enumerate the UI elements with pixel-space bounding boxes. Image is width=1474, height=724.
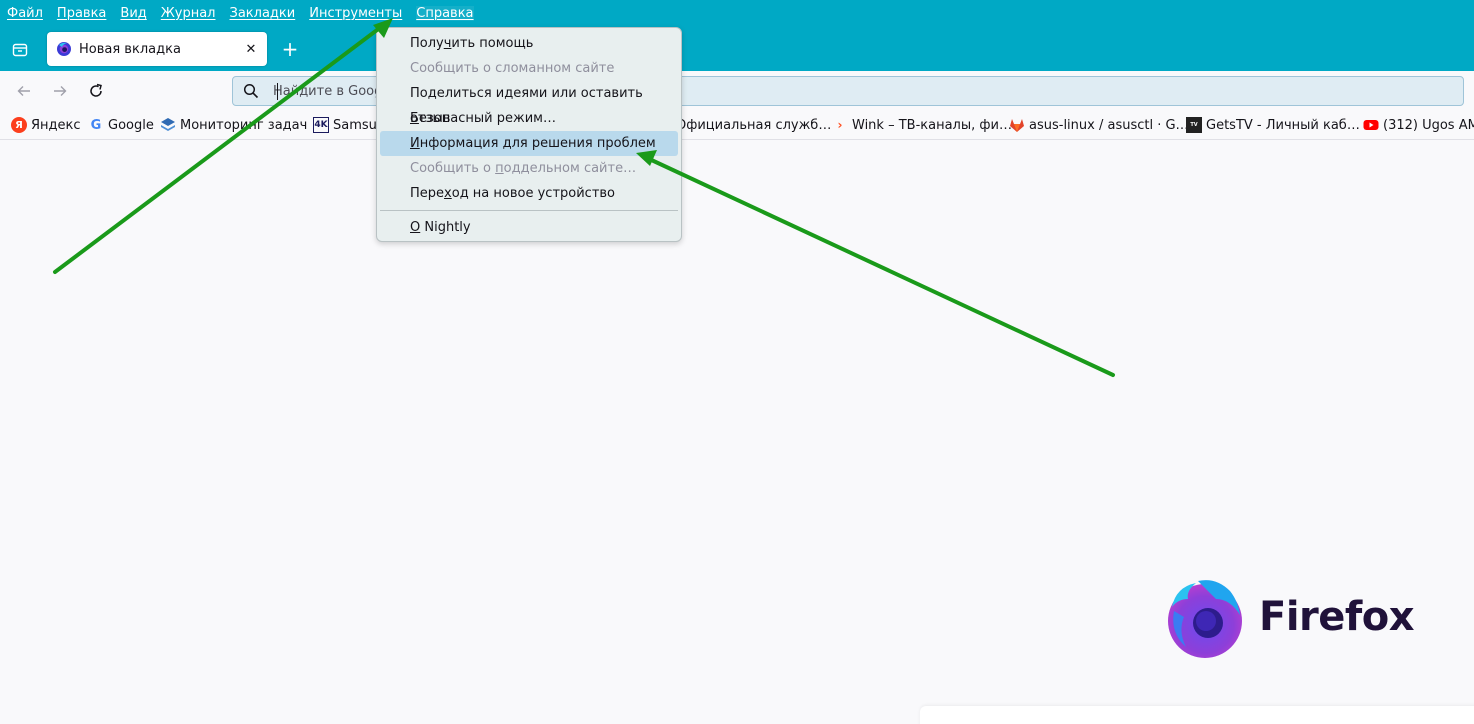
menu-item-new-device[interactable]: Переход на новое устройство: [380, 181, 678, 206]
bookmark-item[interactable]: G Google: [88, 116, 154, 134]
bookmark-label: Wink – ТВ-каналы, фи…: [852, 117, 1012, 133]
firefox-logo-icon: [1168, 580, 1242, 658]
titlebar: Файл Правка Вид Журнал Закладки Инструме…: [0, 0, 1474, 71]
menu-bar: Файл Правка Вид Журнал Закладки Инструме…: [0, 0, 488, 26]
yandex-icon: Я: [11, 117, 27, 133]
bookmark-item[interactable]: Мониторинг задач: [160, 116, 307, 134]
tab-new-tab[interactable]: Новая вкладка ✕: [47, 32, 267, 66]
close-icon[interactable]: ✕: [241, 39, 261, 59]
bookmark-label: Мониторинг задач: [180, 117, 308, 133]
bookmark-item[interactable]: (312) Ugos AM6: [1363, 116, 1474, 134]
menu-item-safe-mode[interactable]: Безопасный режим…: [380, 106, 678, 131]
help-menu-popup: Получить помощь Сообщить о сломанном сай…: [376, 27, 682, 242]
menu-history[interactable]: Журнал: [161, 6, 216, 21]
forward-button[interactable]: [48, 79, 72, 103]
menu-item-troubleshooting-info[interactable]: Информация для решения проблем: [380, 131, 678, 156]
back-button[interactable]: [12, 79, 36, 103]
arrow-right-icon: [54, 86, 67, 96]
google-icon: G: [90, 117, 102, 133]
wink-icon: ›: [837, 118, 843, 132]
menu-bookmarks[interactable]: Закладки: [230, 6, 296, 21]
menu-file[interactable]: Файл: [7, 6, 43, 21]
menu-item-share-feedback[interactable]: Поделиться идеями или оставить отзыв: [380, 81, 678, 126]
4k-icon: 4K: [313, 117, 329, 133]
reload-button[interactable]: [84, 79, 108, 103]
text-caret: [277, 83, 278, 100]
bookmark-label: Google: [108, 117, 154, 133]
menu-view[interactable]: Вид: [120, 6, 146, 21]
bookmark-item[interactable]: › Wink – ТВ-каналы, фи…: [832, 116, 1012, 134]
menu-item-report-deceptive-site: Сообщить о поддельном сайте…: [410, 161, 637, 176]
bookmark-item[interactable]: Официальная служб…: [666, 116, 831, 134]
menu-item-get-help[interactable]: Получить помощь: [380, 31, 678, 56]
menu-item-about-nightly[interactable]: О Nightly: [380, 215, 678, 240]
menu-separator: [380, 210, 678, 211]
menu-item-report-broken-site: Сообщить о сломанном сайте: [410, 61, 615, 76]
nav-bar: [0, 71, 1474, 111]
bookmark-label: asus-linux / asusctl · G…: [1029, 117, 1189, 133]
bookmark-label: Официальная служб…: [676, 117, 832, 133]
firefox-view-icon: [12, 43, 28, 57]
bottom-panel: [920, 706, 1474, 724]
bookmark-label: (312) Ugos AM6: [1383, 117, 1474, 133]
firefox-nightly-icon: [57, 42, 71, 56]
youtube-icon: [1363, 120, 1379, 130]
bookmark-label: Яндекс: [31, 117, 81, 133]
bookmark-item[interactable]: asus-linux / asusctl · G…: [1009, 116, 1189, 134]
arrow-to-troubleshooting-item: [636, 150, 1115, 377]
tab-title: Новая вкладка: [79, 41, 181, 57]
getstv-icon: TV: [1186, 117, 1202, 133]
bookmark-item[interactable]: Я Яндекс: [11, 116, 81, 134]
menu-tools[interactable]: Инструменты: [309, 6, 402, 21]
menu-edit[interactable]: Правка: [57, 6, 106, 21]
firefox-wordmark: Firefox: [1259, 594, 1415, 640]
bookmark-item[interactable]: TV GetsTV - Личный каб…: [1186, 116, 1360, 134]
new-tab-button[interactable]: +: [280, 39, 300, 59]
firefox-view-button[interactable]: [8, 38, 32, 62]
gitlab-icon: [1010, 119, 1024, 132]
search-icon: [243, 83, 259, 99]
menu-help[interactable]: Справка: [416, 5, 474, 21]
reload-icon: [90, 83, 102, 97]
bookmark-item[interactable]: 4K Samsung: [313, 116, 383, 134]
bookmarks-toolbar: Я Яндекс G Google Мониторинг задач 4K Sa…: [0, 111, 1474, 140]
arrow-left-icon: [17, 86, 30, 96]
tab-strip: Новая вкладка ✕ +: [0, 30, 1474, 68]
layers-icon: [161, 118, 175, 131]
bookmark-label: GetsTV - Личный каб…: [1206, 117, 1360, 133]
